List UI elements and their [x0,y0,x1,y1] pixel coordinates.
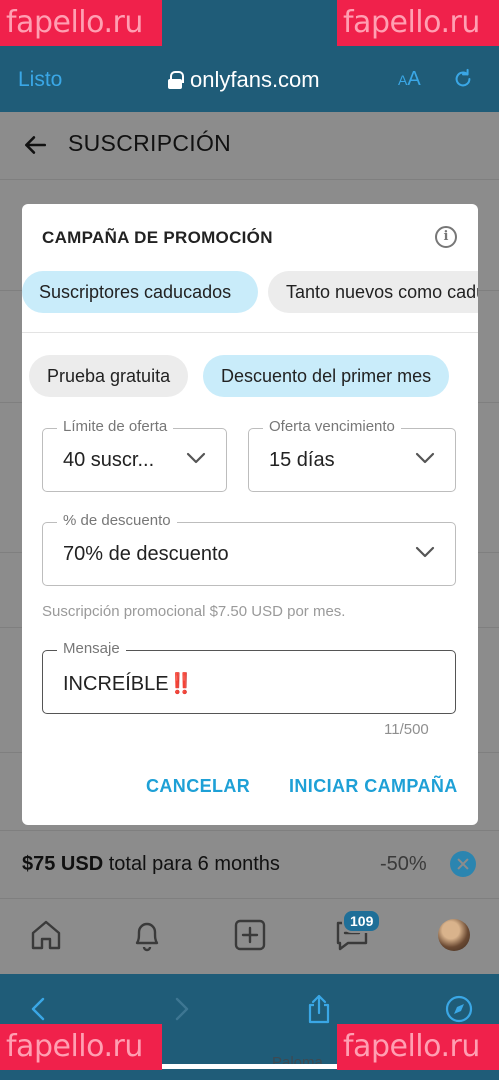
text-size-large-label: A [407,68,421,90]
discount-percent-value: 70% de descuento [63,543,229,565]
forward-icon[interactable] [166,994,196,1024]
offer-limit-select[interactable]: Límite de oferta 40 suscr... [42,418,227,492]
audience-chip-row: Suscriptores caducados Tanto nuevos como… [22,271,478,333]
reload-icon[interactable] [452,68,474,90]
text-size-small-label: A [398,72,408,88]
avatar[interactable] [438,919,470,951]
browser-url-row: Listo onlyfans.com AA [0,56,499,104]
compass-icon[interactable] [444,994,474,1024]
chip-new-and-expired[interactable]: Tanto nuevos como caducados [268,271,478,313]
messages-badge: 109 [342,909,382,933]
dialog-title: CAMPAÑA DE PROMOCIÓN [42,228,273,247]
watermark-top-right: fapello.ru [337,0,499,46]
chevron-down-icon [186,452,206,464]
page-title: SUSCRIPCIÓN [68,130,232,156]
bell-icon[interactable] [129,917,165,953]
address-bar[interactable]: onlyfans.com [168,67,320,93]
message-value: INCREÍBLE‼️ [63,673,194,695]
discount-percent-label: % de descuento [57,512,177,529]
chip-first-month-discount[interactable]: Descuento del primer mes [203,355,450,397]
character-counter: 11/500 [384,721,429,738]
url-text: onlyfans.com [190,67,320,92]
chip-expired-subscribers[interactable]: Suscriptores caducados [22,271,258,313]
page-header: SUSCRIPCIÓN [0,112,499,180]
home-indicator [160,1064,340,1069]
back-arrow-icon[interactable] [22,132,48,158]
watermark-bottom-left: fapello.ru [0,1024,162,1070]
start-campaign-button[interactable]: INICIAR CAMPAÑA [289,776,458,797]
offer-expiry-label: Oferta vencimiento [263,418,401,435]
chevron-down-icon [415,452,435,464]
offer-expiry-select[interactable]: Oferta vencimiento 15 días [248,418,456,492]
chip-free-trial[interactable]: Prueba gratuita [29,355,189,397]
message-input[interactable]: Mensaje INCREÍBLE‼️ [42,640,456,714]
bundle-discount: -50% [380,853,427,875]
back-icon[interactable] [24,994,54,1024]
promotion-campaign-dialog: CAMPAÑA DE PROMOCIÓN i Suscriptores cadu… [22,204,478,825]
text-size-button[interactable]: AA [398,68,421,91]
cancel-button[interactable]: CANCELAR [146,776,250,797]
promo-price-hint: Suscripción promocional $7.50 USD por me… [42,603,346,620]
close-icon[interactable] [450,851,476,877]
chevron-down-icon [415,546,435,558]
offer-limit-value: 40 suscr... [63,449,155,471]
message-label: Mensaje [57,640,126,657]
home-icon[interactable] [28,917,64,953]
bundle-price-amount: $75 USD [22,853,104,875]
bundle-price-rest: total para 6 months [108,853,280,875]
app-tab-bar: 109 [0,898,499,974]
done-button[interactable]: Listo [18,68,62,92]
offer-limit-label: Límite de oferta [57,418,174,435]
bundle-price-text: $75 USD total para 6 months [22,853,280,876]
watermark-top-left: fapello.ru [0,0,162,46]
bundle-price-row: $75 USD total para 6 months -50% [0,830,499,898]
add-icon[interactable] [232,917,268,953]
watermark-bottom-right: fapello.ru [337,1024,499,1070]
lock-icon [168,71,184,89]
share-icon[interactable] [304,994,334,1024]
discount-percent-select[interactable]: % de descuento 70% de descuento [42,512,456,586]
offer-expiry-value: 15 días [269,449,335,471]
info-icon[interactable]: i [435,226,457,248]
